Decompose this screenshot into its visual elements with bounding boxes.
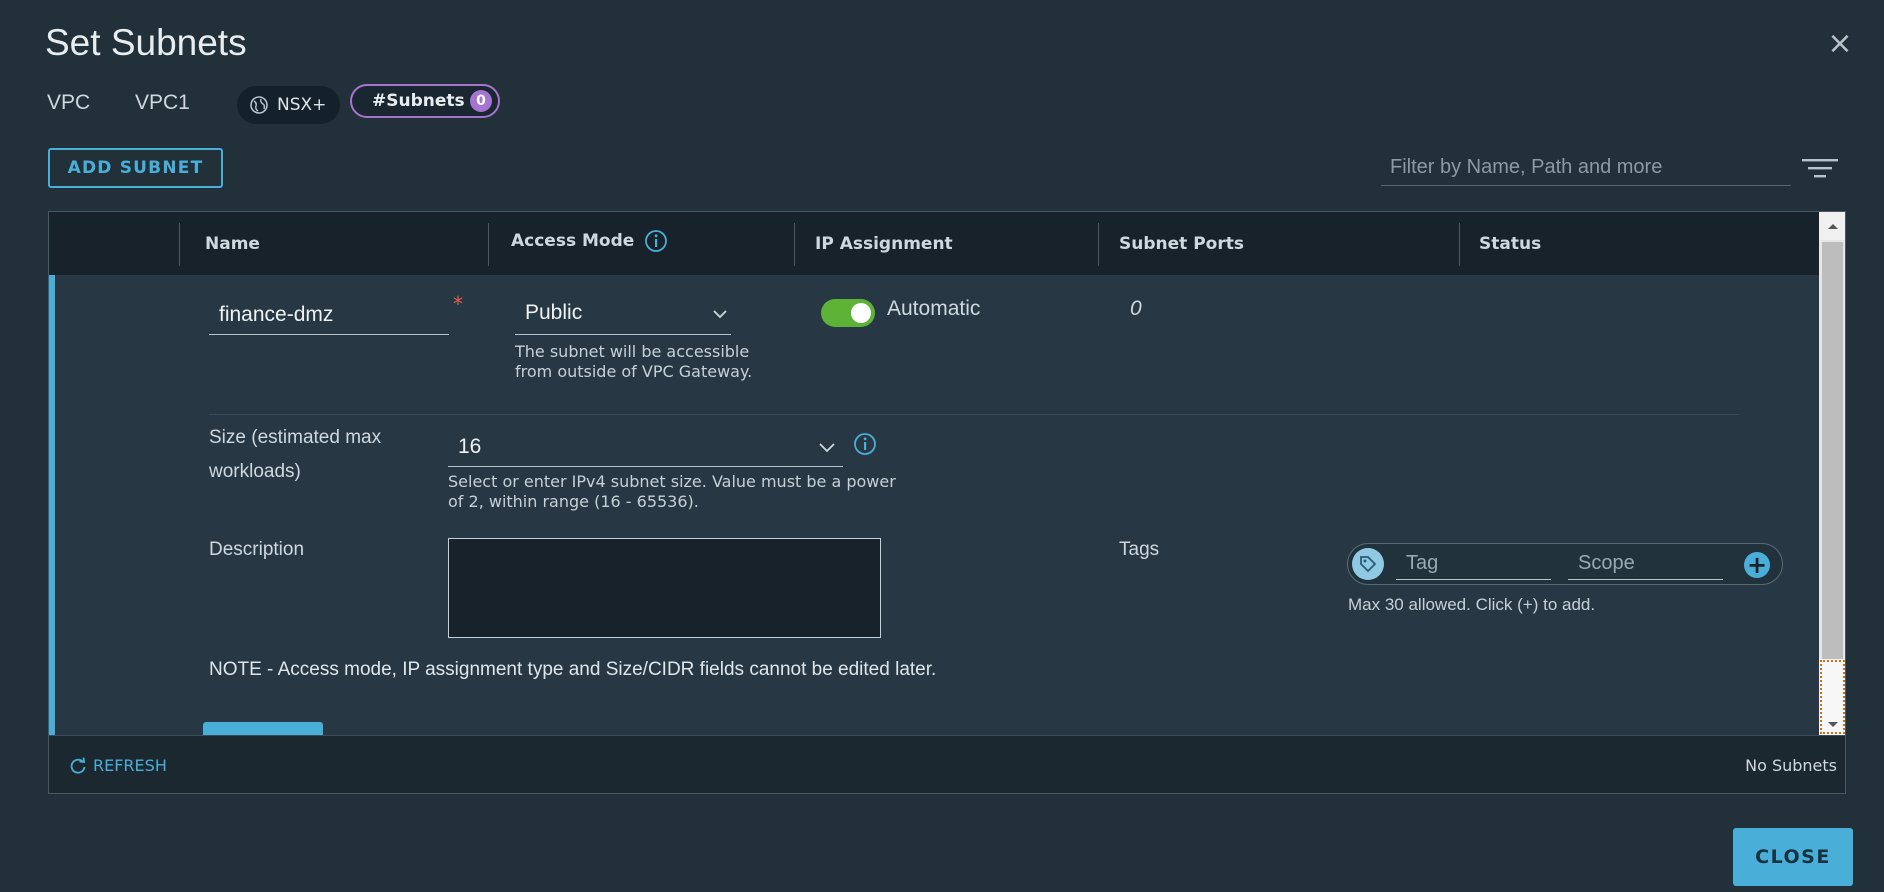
vpc-label: VPC [47,91,91,114]
column-header-name[interactable]: Name [205,234,260,254]
close-icon[interactable]: × [1826,29,1854,59]
size-select[interactable]: 16 [448,427,843,467]
grid-footer: REFRESH No Subnets [49,735,1845,793]
column-separator [1459,223,1460,266]
column-header-access-mode[interactable]: Access Mode [511,229,668,253]
set-subnets-dialog: Set Subnets × VPC VPC1 NSX+ #Subnets 0 A… [0,0,1884,892]
vpc-value: VPC1 [135,91,190,114]
filter-input[interactable] [1381,150,1791,186]
access-mode-help: The subnet will be accessible from outsi… [515,342,753,381]
refresh-icon [70,756,86,774]
size-label: Size (estimated max workloads) [209,427,382,482]
subnet-edit-row: * Public The subnet will be accessible f… [49,275,1819,742]
grid-scrollbar[interactable] [1819,212,1845,735]
description-textarea[interactable] [448,538,881,638]
tag-input[interactable] [1396,548,1551,580]
description-label: Description [209,539,305,560]
access-mode-select[interactable]: Public [515,295,731,335]
subnets-count-badge: 0 [470,90,492,112]
tag-editor: + [1347,543,1783,585]
column-header-ip-assignment-label: IP Assignment [815,234,953,254]
scroll-down-arrow-icon[interactable] [1819,659,1845,735]
tag-icon [1352,548,1384,580]
column-separator [179,223,180,266]
dialog-title: Set Subnets [45,22,247,63]
grid-status-text: No Subnets [1745,756,1837,775]
add-tag-icon[interactable]: + [1744,552,1770,578]
size-help: Select or enter IPv4 subnet size. Value … [448,472,896,511]
refresh-label: REFRESH [93,756,167,775]
grid-header: Name Access Mode IP Assignment Subnet Po… [49,212,1819,275]
column-header-access-mode-label: Access Mode [511,231,635,251]
ip-assignment-label: Automatic [887,297,981,320]
nsx-chip-label: NSX+ [277,95,327,115]
column-separator [1098,223,1099,266]
tags-label: Tags [1119,539,1160,560]
column-header-ip-assignment[interactable]: IP Assignment [815,234,953,254]
column-header-subnet-ports[interactable]: Subnet Ports [1119,234,1244,254]
ip-assignment-toggle[interactable] [821,299,875,327]
scroll-thumb[interactable] [1822,242,1843,660]
subnets-grid: Name Access Mode IP Assignment Subnet Po… [48,211,1846,794]
subnets-chip-label: #Subnets [372,91,465,111]
edit-note: NOTE - Access mode, IP assignment type a… [209,659,937,680]
close-button[interactable]: CLOSE [1733,828,1853,886]
row-divider [209,414,1739,415]
subnet-ports-value: 0 [1130,297,1142,320]
column-separator [488,223,489,266]
scope-input[interactable] [1568,548,1723,580]
column-separator [794,223,795,266]
info-icon[interactable] [853,432,877,456]
subnets-count-chip: #Subnets 0 [350,84,500,118]
add-subnet-button[interactable]: ADD SUBNET [48,148,223,188]
tags-help: Max 30 allowed. Click (+) to add. [1348,595,1596,614]
scroll-up-arrow-icon[interactable] [1819,212,1845,240]
column-header-status-label: Status [1479,234,1542,254]
globe-icon [250,96,268,114]
nsx-chip: NSX+ [237,86,340,124]
column-header-status[interactable]: Status [1479,234,1541,254]
column-header-name-label: Name [205,234,260,254]
filter-icon[interactable] [1802,156,1838,180]
chevron-down-icon [713,310,727,319]
info-icon[interactable] [644,229,668,253]
subnet-name-input[interactable] [209,295,449,335]
refresh-button[interactable]: REFRESH [69,756,167,775]
access-mode-value: Public [525,301,583,324]
required-indicator: * [453,292,463,316]
chevron-down-icon [819,443,835,453]
size-value: 16 [458,435,482,458]
column-header-subnet-ports-label: Subnet Ports [1119,234,1244,254]
toggle-knob [851,303,871,323]
